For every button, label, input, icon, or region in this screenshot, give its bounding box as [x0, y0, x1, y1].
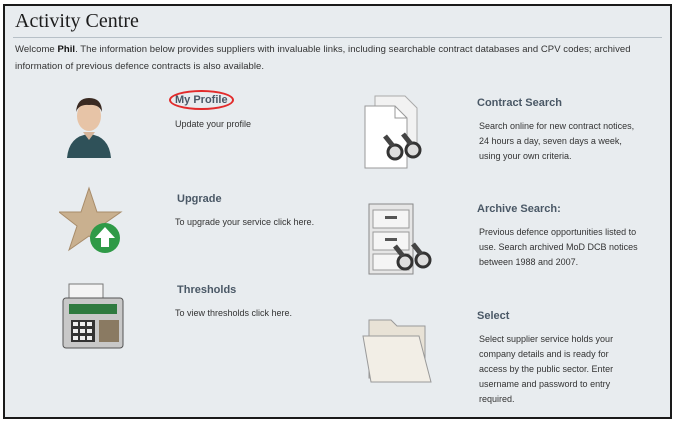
archive-search-link[interactable]: Archive Search: [477, 203, 561, 215]
intro-username: Phil [57, 44, 76, 55]
intro-greeting: Welcome [15, 44, 58, 55]
my-profile-label: My Profile [175, 94, 228, 106]
intro-body: . The information below provides supplie… [15, 44, 631, 72]
document-binoculars-icon[interactable] [359, 94, 435, 172]
my-profile-desc: Update your profile [175, 119, 252, 129]
intro-text: Welcome Phil. The information below prov… [15, 41, 663, 75]
thresholds-link[interactable]: Thresholds [177, 284, 236, 296]
page-title: Activity Centre [15, 10, 139, 32]
upgrade-link[interactable]: Upgrade [177, 193, 222, 205]
my-profile-link[interactable]: My Profile [169, 90, 234, 110]
select-desc: Select supplier service holds your compa… [479, 334, 614, 404]
filing-cabinet-binoculars-icon[interactable] [363, 202, 439, 278]
contract-search-desc: Search online for new contract notices, … [479, 121, 635, 161]
upgrade-desc: To upgrade your service click here. [175, 217, 315, 227]
activity-centre-panel: Activity Centre Welcome Phil. The inform… [3, 4, 672, 419]
title-divider [13, 37, 662, 38]
star-upgrade-icon[interactable] [59, 186, 125, 258]
archive-search-desc: Previous defence opportunities listed to… [479, 227, 638, 267]
contract-search-link[interactable]: Contract Search [477, 97, 562, 109]
thresholds-desc: To view thresholds click here. [175, 308, 293, 318]
select-link[interactable]: Select [477, 310, 509, 322]
open-folder-icon[interactable] [361, 306, 437, 386]
cash-register-icon[interactable] [61, 282, 127, 352]
user-avatar-icon[interactable] [61, 92, 117, 158]
